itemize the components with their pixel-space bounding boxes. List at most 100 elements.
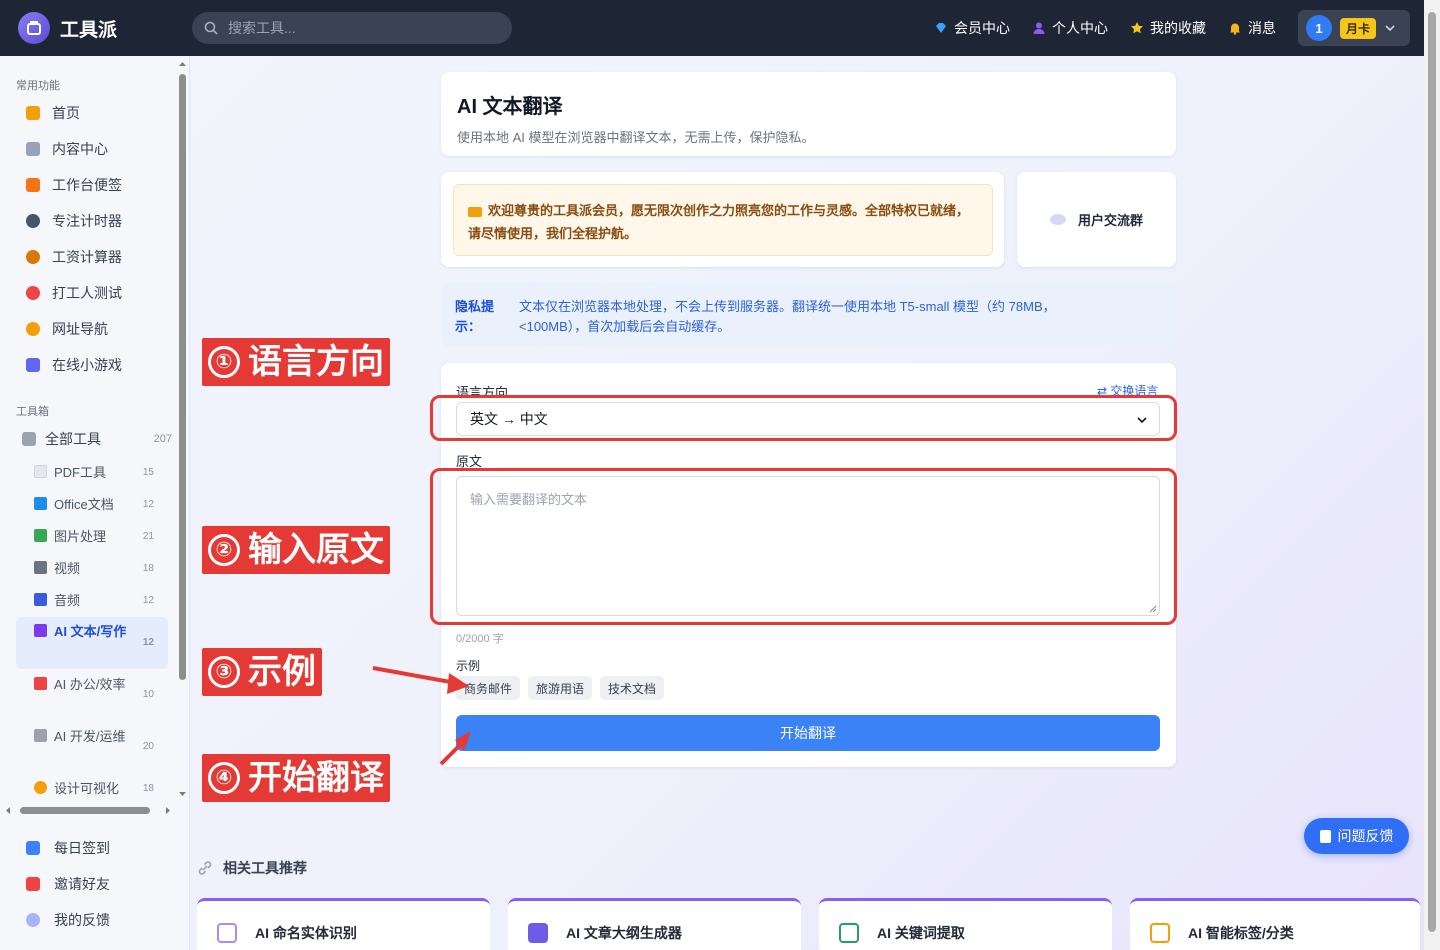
scrollbar-thumb[interactable] [179, 74, 186, 680]
sidebar-tool-image[interactable]: 图片处理 21 [16, 527, 168, 547]
tool-count: 18 [142, 783, 154, 794]
scrollbar-thumb[interactable] [1428, 12, 1436, 932]
tip-title: 隐私提示： [455, 299, 495, 334]
related-tool-card[interactable]: AI 智能标签/分类 [1130, 898, 1420, 950]
tool-count: 12 [142, 595, 154, 606]
gift-icon [26, 877, 40, 891]
tools-icon [22, 432, 36, 446]
tool-label: 音频 [54, 593, 81, 608]
annotation-step-1: ① 语言方向 [202, 338, 390, 386]
scroll-left-arrow-icon[interactable] [4, 806, 12, 815]
tip-text: 文本仅在浏览器本地处理，不会上传到服务器。翻译统一使用本地 T5-small 模… [519, 299, 1056, 334]
related-tool-card[interactable]: AI 关键词提取 [819, 898, 1112, 950]
chat-bubble-icon [1049, 214, 1066, 225]
example-chip[interactable]: 旅游用语 [528, 676, 593, 700]
tool-label: 图片处理 [54, 529, 107, 544]
sidebar-tool-ai-devops[interactable]: AI 开发/运维 20 [16, 727, 168, 767]
image-icon [34, 529, 47, 542]
sidebar-tool-ai-office[interactable]: AI 办公/效率 10 [16, 675, 168, 715]
membership-badge: 月卡 [1340, 17, 1377, 39]
logo-icon [18, 12, 50, 44]
sidebar-item-label: 邀请好友 [54, 876, 110, 892]
video-icon [34, 561, 47, 574]
privacy-tip: 隐私提示： 文本仅在浏览器本地处理，不会上传到服务器。翻译统一使用本地 T5-s… [441, 283, 1176, 347]
sidebar-item-invite[interactable]: 邀请好友 [16, 869, 168, 899]
tool-count: 207 [153, 433, 172, 445]
top-navbar: 工具派 会员中心 个人中心 我的收藏 消息 1 月卡 [0, 0, 1440, 56]
related-tool-label: AI 智能标签/分类 [1188, 925, 1294, 941]
sidebar-item-all-tools[interactable]: 全部工具 207 [16, 423, 172, 455]
page-title: AI 文本翻译 [457, 96, 563, 118]
sidebar-item-test[interactable]: 打工人测试 [16, 277, 168, 309]
nav-profile[interactable]: 个人中心 [1032, 18, 1108, 38]
sidebar-item-games[interactable]: 在线小游戏 [16, 349, 168, 381]
tool-count: 18 [142, 563, 154, 574]
step-number: ④ [208, 762, 240, 794]
related-tools-heading: 相关工具推荐 [197, 858, 307, 878]
news-icon [26, 142, 40, 156]
step-text: 开始翻译 [248, 759, 384, 797]
annotation-step-4: ④ 开始翻译 [202, 754, 390, 802]
nav-label: 消息 [1248, 20, 1276, 36]
sidebar-item-timer[interactable]: 专注计时器 [16, 205, 168, 237]
tool-label: AI 办公/效率 [54, 677, 126, 692]
related-tool-label: AI 关键词提取 [877, 925, 965, 941]
scrollbar-thumb[interactable] [20, 807, 150, 814]
scroll-down-arrow-icon[interactable] [178, 790, 187, 798]
scroll-right-arrow-icon[interactable] [164, 806, 172, 815]
link-icon [198, 861, 212, 875]
user-menu[interactable]: 1 月卡 [1298, 10, 1410, 46]
step-text: 示例 [248, 653, 316, 691]
app-title: 工具派 [60, 19, 118, 41]
scroll-up-arrow-icon[interactable] [178, 60, 187, 68]
sidebar-tool-video[interactable]: 视频 18 [16, 559, 168, 579]
rocket-icon [34, 677, 47, 690]
sidebar-item-content-center[interactable]: 内容中心 [16, 133, 168, 165]
tool-label: AI 文本/写作 [54, 624, 127, 639]
sidebar-scroll-area[interactable]: 常用功能 首页 内容中心 工作台便签 专注计时器 工资计算器 打工人测试 网址导… [0, 56, 176, 801]
sidebar-item-navigation[interactable]: 网址导航 [16, 313, 168, 345]
feedback-button[interactable]: 问题反馈 [1304, 818, 1409, 854]
sidebar-tool-design[interactable]: 设计可视化 18 [16, 779, 168, 799]
diamond-icon [936, 23, 946, 33]
keyword-icon [839, 923, 859, 943]
sidebar-tool-office[interactable]: Office文档 12 [16, 495, 168, 515]
start-translate-button[interactable]: 开始翻译 [456, 715, 1160, 751]
step-number: ① [208, 346, 240, 378]
community-group-button[interactable]: 用户交流群 [1017, 172, 1176, 267]
search-input[interactable] [228, 20, 488, 36]
tool-count: 12 [142, 499, 154, 510]
related-tool-card[interactable]: AI 命名实体识别 [197, 898, 490, 950]
step-text: 输入原文 [248, 531, 384, 569]
palette-icon [34, 781, 47, 794]
example-chip[interactable]: 技术文档 [600, 676, 665, 700]
sidebar-tool-ai-writing[interactable]: AI 文本/写作 12 [16, 617, 168, 669]
search-bar[interactable] [192, 12, 512, 44]
calendar-icon [26, 841, 40, 855]
sidebar-item-checkin[interactable]: 每日签到 [16, 833, 168, 863]
sidebar-item-home[interactable]: 首页 [16, 97, 168, 129]
sidebar-horizontal-scrollbar[interactable] [4, 804, 176, 816]
nav-messages[interactable]: 消息 [1228, 18, 1276, 38]
sidebar-vertical-scrollbar[interactable] [177, 60, 187, 800]
sidebar-item-salary[interactable]: 工资计算器 [16, 241, 168, 273]
tool-count: 21 [142, 531, 154, 542]
sidebar-item-notes[interactable]: 工作台便签 [16, 169, 168, 201]
related-tool-card[interactable]: AI 文章大纲生成器 [508, 898, 801, 950]
compass-icon [26, 322, 40, 336]
tool-count: 12 [142, 637, 154, 648]
memo-icon [26, 178, 40, 192]
bell-icon [1230, 23, 1240, 35]
sidebar-tool-pdf[interactable]: PDF工具 15 [16, 463, 168, 483]
outline-icon [528, 923, 548, 943]
timer-icon [26, 214, 40, 228]
logo[interactable]: 工具派 [18, 12, 117, 44]
sidebar-item-feedback[interactable]: 我的反馈 [16, 905, 168, 935]
nav-member-center[interactable]: 会员中心 [934, 18, 1010, 38]
page-scrollbar[interactable] [1424, 0, 1440, 950]
nav-favorites[interactable]: 我的收藏 [1130, 18, 1206, 38]
highlight-source-textarea [430, 468, 1177, 625]
sidebar-tool-audio[interactable]: 音频 12 [16, 591, 168, 611]
annotation-step-2: ② 输入原文 [202, 526, 390, 574]
sidebar-section-tools: 工具箱 [16, 406, 49, 418]
